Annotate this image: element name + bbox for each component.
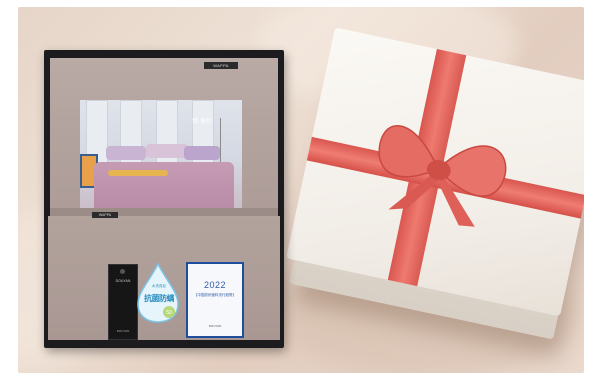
gift-box xyxy=(283,27,584,340)
brand-label-lower: WAPPA xyxy=(92,212,118,218)
bedroom-photo-card: 臻·蚕丝 xyxy=(80,100,242,220)
certificate-brand: DOUYAN xyxy=(208,324,222,328)
pillow xyxy=(184,146,220,160)
throw-blanket xyxy=(108,170,168,176)
floor-lamp xyxy=(220,118,231,168)
certificate-year: 2022 xyxy=(203,280,227,290)
pillow xyxy=(146,144,188,158)
hang-tag-text: DOUYAN xyxy=(115,279,131,283)
drop-number: 50 xyxy=(166,310,172,316)
drop-main-label: 抗菌防螨 xyxy=(144,294,175,303)
hang-tag: DOUYAN DOUYAN xyxy=(108,264,138,340)
brand-label: WAPPA xyxy=(204,62,238,69)
ribbon-bow xyxy=(378,124,507,227)
bedding-box: WAPPA 臻·蚕丝 WAPPA DOUYAN DOUYAN 50 水洗真丝 抗… xyxy=(44,50,284,348)
hang-tag-footer: DOUYAN xyxy=(116,329,130,333)
pillow xyxy=(106,146,146,160)
certificate-card: 2022 【中国纺织面料流行趋势】 DOUYAN xyxy=(186,262,244,338)
drop-sub-label: 水洗真丝 xyxy=(152,284,166,288)
tag-hole xyxy=(120,269,125,274)
photo-caption: 臻·蚕丝 xyxy=(192,119,212,125)
certificate-title: 【中国纺织面料流行趋势】 xyxy=(194,293,236,297)
